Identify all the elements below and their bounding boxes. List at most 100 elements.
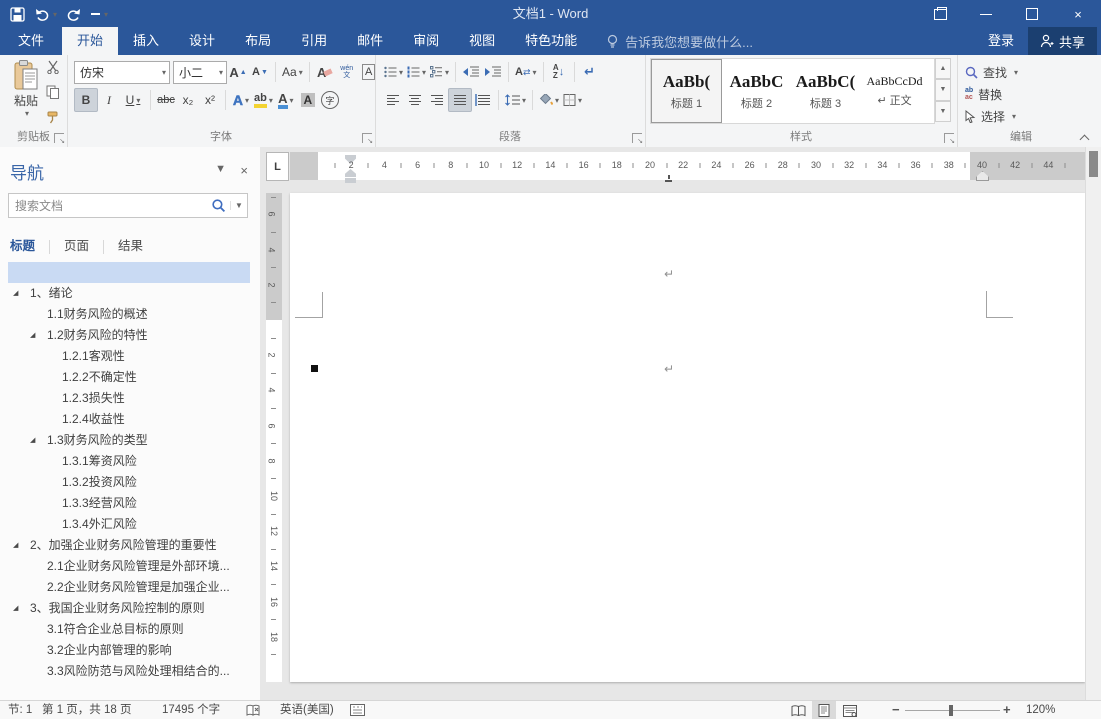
styles-scroll-down-icon[interactable]: ▼ — [935, 79, 951, 101]
tab-布局[interactable]: 布局 — [230, 27, 286, 55]
maximize-icon[interactable] — [1009, 0, 1055, 28]
search-input[interactable] — [9, 198, 211, 213]
tab-stop-selector[interactable]: L — [266, 152, 289, 181]
share-button[interactable]: 共享 — [1027, 27, 1097, 55]
style-card[interactable]: AaBb(标题 1 — [651, 59, 722, 123]
hanging-indent-marker[interactable] — [345, 169, 356, 177]
page-indicator[interactable]: 第 1 页，共 18 页 — [42, 701, 131, 719]
sort-button[interactable]: A Z ↓ — [548, 61, 570, 83]
zoom-slider-thumb[interactable] — [949, 705, 953, 716]
nav-outline-item[interactable]: ◢ 1.3财务风险的类型 — [0, 430, 260, 451]
find-button[interactable]: 查找 — [957, 61, 1085, 83]
numbering-button[interactable] — [405, 61, 428, 83]
left-indent-marker[interactable] — [345, 177, 356, 183]
tab-邮件[interactable]: 邮件 — [342, 27, 398, 55]
align-left-button[interactable] — [382, 89, 404, 111]
tab-开始[interactable]: 开始 — [62, 27, 119, 55]
document-search-box[interactable]: ▼ — [8, 193, 248, 218]
bullets-button[interactable] — [382, 61, 405, 83]
nav-outline-item[interactable]: 1.3.3经营风险 — [0, 493, 260, 514]
nav-outline-item[interactable]: ◢ 3、我国企业财务风险控制的原则 — [0, 598, 260, 619]
highlight-color-button[interactable]: ab — [252, 89, 275, 111]
nav-outline-item[interactable]: 1.3.1筹资风险 — [0, 451, 260, 472]
justify-button[interactable] — [448, 88, 472, 112]
nav-outline-item[interactable]: ◢ 1.2财务风险的特性 — [0, 325, 260, 346]
nav-outline-item[interactable]: 1.2.4收益性 — [0, 409, 260, 430]
nav-outline-item[interactable]: 2.2企业财务风险管理是加强企业... — [0, 577, 260, 598]
nav-tab-results[interactable]: 结果 — [118, 235, 143, 258]
italic-button[interactable]: I — [98, 89, 120, 111]
paragraph-dialog-launcher-icon[interactable] — [632, 133, 643, 145]
clear-formatting-button[interactable]: A — [314, 61, 336, 83]
navigation-options-icon[interactable]: ▼ — [215, 163, 226, 175]
styles-dialog-launcher-icon[interactable] — [944, 133, 955, 145]
tab-引用[interactable]: 引用 — [286, 27, 342, 55]
nav-outline-item[interactable]: ◢ 2、加强企业财务风险管理的重要性 — [0, 535, 260, 556]
font-name-combo[interactable]: 仿宋 — [74, 60, 170, 84]
vertical-scrollbar[interactable] — [1085, 147, 1101, 700]
nav-outline-item[interactable]: 3.2企业内部管理的影响 — [0, 640, 260, 661]
character-shading-button[interactable]: A — [297, 89, 319, 111]
enclose-characters-button[interactable]: 字 — [319, 89, 341, 111]
tab-特色功能[interactable]: 特色功能 — [510, 27, 592, 55]
increase-indent-button[interactable] — [482, 61, 504, 83]
nav-outline-item[interactable]: 3.1符合企业总目标的原则 — [0, 619, 260, 640]
text-effects-button[interactable]: A — [230, 89, 252, 111]
collapse-ribbon-icon[interactable] — [1079, 133, 1091, 143]
zoom-out-icon[interactable]: − — [892, 701, 900, 719]
bold-button[interactable]: B — [74, 88, 98, 112]
font-color-button[interactable]: A — [275, 89, 297, 111]
select-button[interactable]: 选择 — [957, 105, 1085, 127]
zoom-in-icon[interactable]: + — [1003, 701, 1011, 719]
style-card[interactable]: AaBbC 标题 2 — [722, 59, 791, 123]
minimize-icon[interactable] — [963, 0, 1009, 28]
copy-icon[interactable] — [46, 85, 60, 104]
nav-tab-pages[interactable]: 页面 — [64, 235, 89, 258]
nav-tab-headings[interactable]: 标题 — [10, 235, 35, 258]
tell-me-box[interactable]: 告诉我您想要做什么... — [606, 27, 753, 55]
subscript-button[interactable]: x₂ — [177, 89, 199, 111]
show-formatting-marks-button[interactable]: ↵ — [579, 61, 601, 83]
tab-文件[interactable]: 文件 — [0, 27, 62, 55]
font-size-combo[interactable]: 小二 — [173, 60, 227, 84]
format-painter-icon[interactable] — [46, 110, 60, 129]
tab-stop-marker[interactable] — [665, 174, 672, 182]
shrink-font-button[interactable]: A ▼ — [249, 61, 271, 83]
input-mode-icon[interactable] — [350, 704, 365, 719]
scrollbar-thumb[interactable] — [1089, 151, 1098, 177]
borders-button[interactable] — [561, 89, 584, 111]
align-center-button[interactable] — [404, 89, 426, 111]
nav-outline-item[interactable]: 1.2.2不确定性 — [0, 367, 260, 388]
nav-outline-item[interactable]: 1.3.4外汇风险 — [0, 514, 260, 535]
nav-outline-item[interactable]: 1.2.1客观性 — [0, 346, 260, 367]
tab-视图[interactable]: 视图 — [454, 27, 510, 55]
change-case-button[interactable]: Aa — [280, 61, 305, 83]
zoom-level[interactable]: 120% — [1026, 701, 1055, 719]
nav-outline-item[interactable]: 3.3风险防范与风险处理相结合的... — [0, 661, 260, 682]
nav-outline-item[interactable]: 1.2.3损失性 — [0, 388, 260, 409]
language-indicator[interactable]: 英语(美国) — [280, 701, 334, 719]
section-indicator[interactable]: 节: 1 — [8, 701, 32, 719]
line-spacing-button[interactable] — [503, 89, 528, 111]
print-layout-icon[interactable] — [812, 701, 836, 719]
superscript-button[interactable]: x² — [199, 89, 221, 111]
strikethrough-button[interactable]: abc — [155, 89, 177, 111]
shading-button[interactable] — [537, 89, 561, 111]
web-layout-icon[interactable] — [838, 701, 862, 719]
distribute-button[interactable] — [472, 89, 494, 111]
style-card[interactable]: AaBbC(标题 3 — [791, 59, 860, 123]
word-count[interactable]: 17495 个字 — [162, 701, 220, 719]
underline-button[interactable]: U — [120, 89, 146, 111]
proofing-status-icon[interactable] — [246, 704, 261, 719]
document-page[interactable]: ↵ ↵ — [290, 193, 1085, 682]
nav-outline-item[interactable]: 1.3.2投资风险 — [0, 472, 260, 493]
decrease-indent-button[interactable] — [460, 61, 482, 83]
asian-layout-button[interactable]: A ⇄ — [513, 61, 539, 83]
read-mode-icon[interactable] — [786, 701, 810, 719]
navigation-close-icon[interactable]: × — [240, 163, 248, 178]
clipboard-dialog-launcher-icon[interactable] — [54, 133, 65, 145]
close-icon[interactable]: × — [1055, 0, 1101, 28]
tab-设计[interactable]: 设计 — [174, 27, 230, 55]
tab-审阅[interactable]: 审阅 — [398, 27, 454, 55]
styles-more-icon[interactable]: ▼ — [935, 100, 951, 122]
